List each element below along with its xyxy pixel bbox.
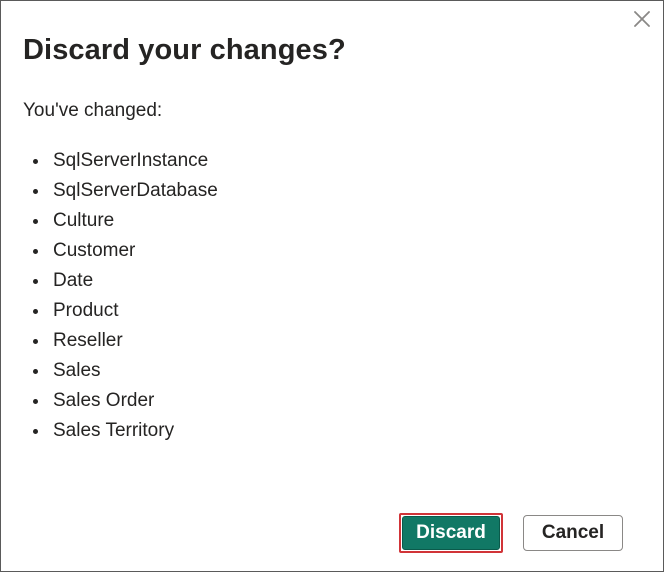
list-item-label: Customer — [53, 240, 136, 261]
discard-button[interactable]: Discard — [402, 516, 500, 550]
list-item-label: Product — [53, 300, 119, 321]
dialog-subtitle: You've changed: — [23, 100, 163, 121]
bullet-icon — [33, 429, 38, 434]
list-item-label: SqlServerInstance — [53, 150, 209, 171]
close-button[interactable] — [631, 8, 653, 30]
bullet-icon — [33, 219, 38, 224]
list-item: Sales — [23, 358, 218, 388]
bullet-icon — [33, 159, 38, 164]
list-item: SqlServerInstance — [23, 148, 218, 178]
list-item-label: Reseller — [53, 330, 123, 351]
list-item-label: Sales — [53, 360, 101, 381]
list-item-label: SqlServerDatabase — [53, 180, 218, 201]
list-item-label: Sales Order — [53, 390, 155, 411]
list-item: Product — [23, 298, 218, 328]
list-item: Customer — [23, 238, 218, 268]
cancel-button[interactable]: Cancel — [523, 515, 623, 551]
close-icon — [634, 11, 650, 27]
discard-changes-dialog: Discard your changes? You've changed: Sq… — [0, 0, 664, 572]
list-item: Sales Territory — [23, 418, 218, 448]
list-item-label: Culture — [53, 210, 115, 231]
bullet-icon — [33, 279, 38, 284]
list-item-label: Date — [53, 270, 94, 291]
list-item: Reseller — [23, 328, 218, 358]
changed-items-list: SqlServerInstance SqlServerDatabase Cult… — [23, 148, 218, 448]
list-item-label: Sales Territory — [53, 420, 175, 441]
list-item: Date — [23, 268, 218, 298]
dialog-title: Discard your changes? — [23, 34, 346, 66]
bullet-icon — [33, 189, 38, 194]
bullet-icon — [33, 399, 38, 404]
bullet-icon — [33, 249, 38, 254]
list-item: Sales Order — [23, 388, 218, 418]
list-item: Culture — [23, 208, 218, 238]
bullet-icon — [33, 309, 38, 314]
bullet-icon — [33, 339, 38, 344]
list-item: SqlServerDatabase — [23, 178, 218, 208]
bullet-icon — [33, 369, 38, 374]
